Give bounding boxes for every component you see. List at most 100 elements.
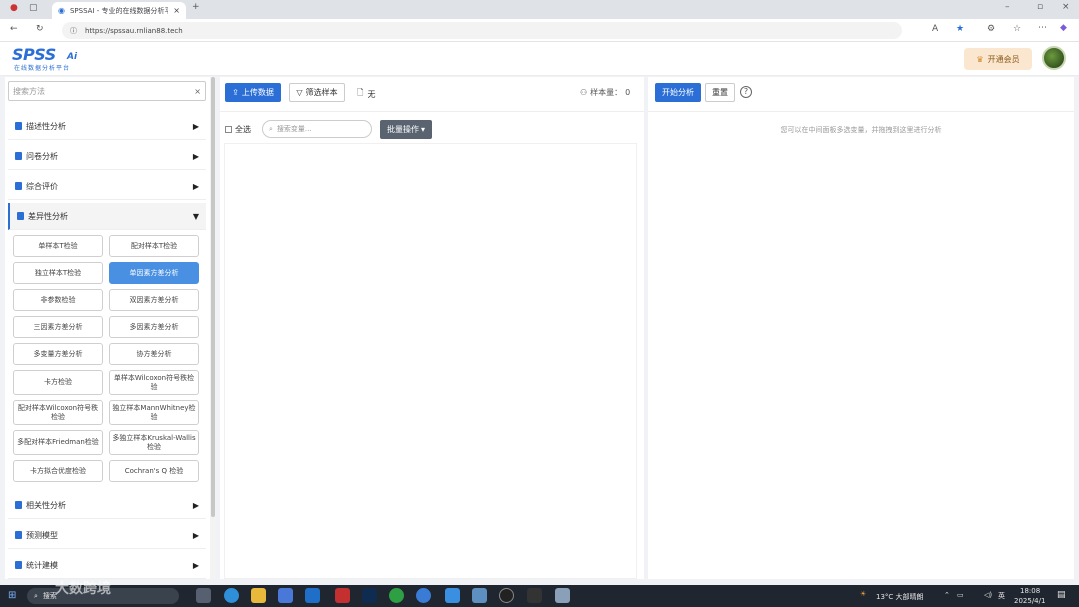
read-aloud-icon[interactable]: A [932,25,938,34]
clock-time[interactable]: 18:08 [1020,587,1040,595]
windows-start-icon[interactable]: ⊞ [8,590,16,601]
method-button[interactable]: 独立样本MannWhitney检验 [109,400,199,425]
start-analysis-button[interactable]: 开始分析 [655,83,701,102]
caret-down-icon: ▾ [420,125,425,134]
category-modeling[interactable]: 统计建模 ▶ [8,552,206,579]
data-panel: ⇪ 上传数据 ▽ 筛选样本 🗋 无 ⚇ 样本量： 0 全选 ⌕ 搜索变量... … [220,77,644,579]
browser-tab[interactable]: ◉ SPSSAI - 专业的在线数据分析平台 × [52,2,186,19]
logo-text: SPSS [12,45,56,64]
method-button[interactable]: 双因素方差分析 [109,289,199,311]
app-icon[interactable] [527,588,542,603]
profile-icon[interactable]: ● [10,4,18,13]
category-questionnaire[interactable]: 问卷分析 ▶ [8,143,206,170]
method-button[interactable]: 三因素方差分析 [13,316,103,338]
ime-indicator[interactable]: 英 [998,591,1005,601]
lock-icon: ⓘ [70,26,77,35]
category-evaluation[interactable]: 综合评价 ▶ [8,173,206,200]
book-icon [15,152,22,160]
chevron-right-icon: ▶ [192,121,199,131]
menu-icon[interactable]: ⋯ [1038,24,1047,33]
variable-search-input[interactable]: ⌕ 搜索变量... [262,120,372,138]
extensions-icon[interactable]: ⚙ [987,25,995,34]
close-tab-icon[interactable]: × [173,6,180,15]
filter-samples-button[interactable]: ▽ 筛选样本 [289,83,345,102]
method-button[interactable]: 卡方检验 [13,370,103,395]
store-icon[interactable] [278,588,293,603]
task-view-icon[interactable] [196,588,211,603]
category-descriptive[interactable]: 描述性分析 ▶ [8,113,206,140]
reload-icon[interactable]: ↻ [36,25,44,34]
avatar[interactable] [1042,46,1066,70]
drop-hint: 您可以在中间面板多选变量，并拖拽到这里进行分析 [780,126,942,134]
help-icon[interactable]: ? [740,86,752,98]
method-button[interactable]: 配对样本T检验 [109,235,199,257]
outlook-icon[interactable] [305,588,320,603]
method-button[interactable]: Cochran's Q 检验 [109,460,199,482]
app-icon[interactable] [555,588,570,603]
method-button[interactable]: 协方差分析 [109,343,199,365]
method-search-input[interactable]: 搜索方法 × [8,81,206,101]
method-button[interactable]: 多独立样本Kruskal-Wallis检验 [109,430,199,455]
method-scrollbar[interactable] [210,77,216,579]
clock-date[interactable]: 2025/4/1 [1014,597,1045,605]
scrollbar-thumb[interactable] [211,77,215,517]
divider [220,111,644,112]
volume-icon[interactable]: ◁) [984,591,992,599]
back-icon[interactable]: ← [10,25,18,34]
clear-icon[interactable]: × [194,87,201,96]
chevron-right-icon: ▶ [192,530,199,540]
favorites-icon[interactable]: ☆ [1013,25,1021,34]
favorite-star-icon[interactable]: ★ [956,25,964,34]
batch-actions-button[interactable]: 批量操作 ▾ [380,120,432,139]
checkbox[interactable] [225,126,232,133]
book-icon [15,122,22,130]
app-icon[interactable] [472,588,487,603]
upload-icon: ⇪ [232,88,239,97]
method-button[interactable]: 单样本Wilcoxon符号秩检验 [109,370,199,395]
reset-button[interactable]: 重置 [705,83,735,102]
method-button[interactable]: 配对样本Wilcoxon符号秩检验 [13,400,103,425]
weather-text[interactable]: 13°C 大部晴朗 [876,592,924,602]
minimize-icon[interactable]: – [1005,3,1010,12]
obs-icon[interactable] [499,588,514,603]
app-icon[interactable] [335,588,350,603]
tray-chevron-icon[interactable]: ⌃ [944,591,950,599]
network-icon[interactable]: ▭ [957,591,964,599]
app-icon[interactable] [445,588,460,603]
method-button[interactable]: 多因素方差分析 [109,316,199,338]
chevron-right-icon: ▶ [192,500,199,510]
close-window-icon[interactable]: × [1062,3,1070,12]
vip-button[interactable]: ♛ 开通会员 [964,48,1032,70]
category-label: 描述性分析 [26,121,66,131]
file-explorer-icon[interactable] [251,588,266,603]
notification-icon[interactable]: ▤ [1057,590,1066,600]
select-all[interactable]: 全选 [225,124,251,135]
taskbar: ⊞ ⌕ 搜索 大数跨境 ☀ 13°C 大部晴朗 ⌃ ▭ ◁) 英 18:08 2… [0,581,1079,607]
new-tab-button[interactable]: + [192,3,200,12]
copilot-icon[interactable]: ◆ [1060,24,1067,33]
category-prediction[interactable]: 预测模型 ▶ [8,522,206,549]
chevron-right-icon: ▶ [192,181,199,191]
crown-icon: ♛ [976,54,984,64]
category-correlation[interactable]: 相关性分析 ▶ [8,492,206,519]
method-button[interactable]: 独立样本T检验 [13,262,103,284]
edge-icon[interactable] [224,588,239,603]
method-button[interactable]: 多变量方差分析 [13,343,103,365]
maximize-icon[interactable]: ▫ [1037,3,1043,12]
method-button[interactable]: 单样本T检验 [13,235,103,257]
upload-label: 上传数据 [241,88,274,97]
logo[interactable]: SPSS Ai 在线数据分析平台 [12,45,84,73]
divider [648,111,1074,112]
method-button[interactable]: 多配对样本Friedman检验 [13,430,103,455]
photoshop-icon[interactable] [362,588,377,603]
tab-actions-icon[interactable]: ▢ [29,4,38,13]
method-button[interactable]: 非参数检验 [13,289,103,311]
method-button[interactable]: 卡方拟合优度检验 [13,460,103,482]
wechat-icon[interactable] [389,588,404,603]
variable-list[interactable] [224,143,637,579]
method-button-selected[interactable]: 单因素方差分析 [109,262,199,284]
upload-data-button[interactable]: ⇪ 上传数据 [225,83,281,102]
address-bar[interactable]: ⓘ https://spssau.rnlian88.tech [62,22,902,39]
category-difference[interactable]: 差异性分析 ▼ [8,203,206,230]
app-icon[interactable] [416,588,431,603]
